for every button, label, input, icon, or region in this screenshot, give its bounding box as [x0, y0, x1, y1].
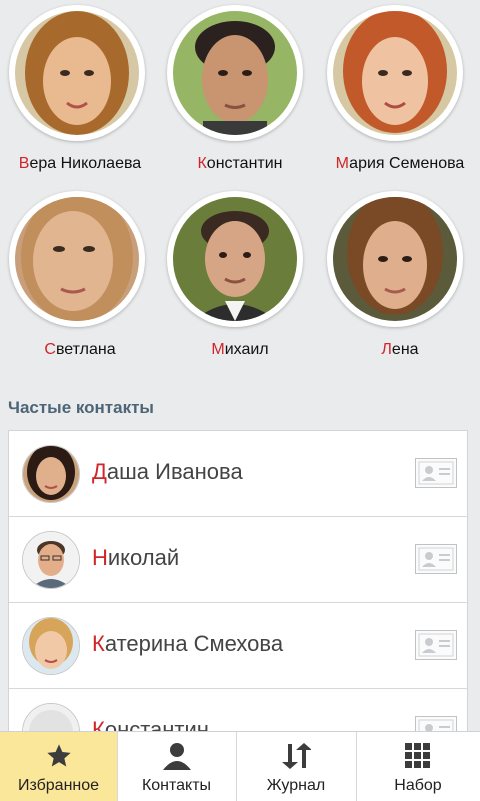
dialpad-icon: [404, 742, 432, 775]
favorite-name: Светлана: [44, 341, 116, 358]
section-title: Частые контакты: [8, 398, 154, 417]
contact-photo: [333, 11, 457, 135]
person-icon: [162, 742, 192, 775]
contact-card-icon[interactable]: [415, 544, 457, 574]
contact-photo: [173, 11, 297, 135]
tab-label: Набор: [394, 777, 442, 794]
tab-label: Контакты: [141, 777, 212, 794]
avatar: [22, 445, 80, 503]
favorite-name: Вера Николаева: [18, 155, 142, 172]
avatar: [327, 191, 463, 327]
arrows-updown-icon: [281, 742, 312, 775]
avatar: [327, 5, 463, 141]
avatar: [167, 5, 303, 141]
bottom-tab-bar: Избранное Контакты Журнал Набор: [0, 731, 480, 801]
tab-label: Журнал: [266, 777, 326, 794]
contact-photo: [173, 197, 297, 321]
contact-card-icon[interactable]: [415, 630, 457, 660]
avatar: [9, 191, 145, 327]
list-item[interactable]: Катерина Смехова: [9, 603, 467, 689]
contact-photo: [15, 197, 139, 321]
star-icon: [45, 742, 73, 775]
contact-photo: [333, 197, 457, 321]
avatar: [22, 617, 80, 675]
frequent-contacts-list[interactable]: Даша Иванова Николай Катерина Смехова Ко…: [8, 430, 468, 742]
contact-name: Николай: [92, 545, 180, 570]
avatar: [167, 191, 303, 327]
tab-label: Избранное: [17, 777, 100, 794]
contact-photo: [15, 11, 139, 135]
contact-name: Катерина Смехова: [92, 631, 284, 656]
favorite-name: Константин: [197, 155, 283, 172]
favorite-name: Лена: [381, 341, 419, 358]
tab-contacts[interactable]: Контакты: [117, 732, 237, 801]
tab-favorites[interactable]: Избранное: [0, 732, 118, 801]
avatar: [22, 531, 80, 589]
tab-journal[interactable]: Журнал: [236, 732, 357, 801]
favorite-name: Мария Семенова: [335, 155, 465, 172]
avatar: [9, 5, 145, 141]
list-item[interactable]: Даша Иванова: [9, 431, 467, 517]
favorite-name: Михаил: [211, 341, 269, 358]
contact-name: Даша Иванова: [92, 459, 243, 484]
list-item[interactable]: Николай: [9, 517, 467, 603]
tab-dialpad[interactable]: Набор: [356, 732, 480, 801]
contact-card-icon[interactable]: [415, 458, 457, 488]
